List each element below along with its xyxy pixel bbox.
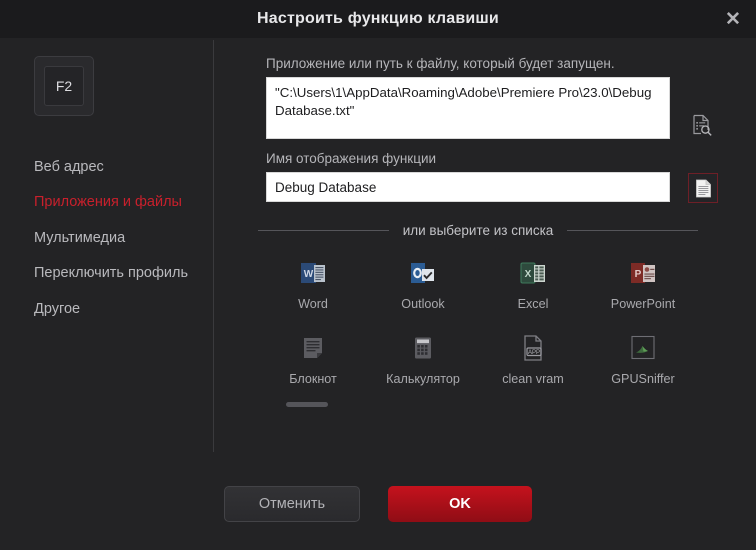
file-search-icon[interactable] xyxy=(688,111,716,139)
gpusniffer-icon xyxy=(626,331,660,365)
key-label: F2 xyxy=(55,78,73,94)
sidebar-nav: Веб адрес Приложения и файлы Мультимедиа… xyxy=(0,150,214,327)
display-name-input[interactable] xyxy=(266,172,670,202)
app-file-icon: APP xyxy=(516,331,550,365)
dialog-title: Настроить функцию клавиши xyxy=(257,10,499,27)
dialog-body: F2 Веб адрес Приложения и файлы Мультиме… xyxy=(0,38,756,474)
app-list: W Word Outlook X Excel P PowerPoint Блок… xyxy=(258,252,698,390)
calculator-icon xyxy=(406,331,440,365)
app-label: clean vram xyxy=(502,372,564,386)
sidebar: F2 Веб адрес Приложения и файлы Мультиме… xyxy=(0,38,214,474)
ok-button[interactable]: OK xyxy=(388,486,532,522)
path-field-row xyxy=(266,77,734,139)
key-preview: F2 xyxy=(34,56,94,116)
outlook-icon xyxy=(406,256,440,290)
app-item-powerpoint[interactable]: P PowerPoint xyxy=(588,252,698,315)
sidebar-item-web-address[interactable]: Веб адрес xyxy=(0,150,214,185)
path-input[interactable] xyxy=(266,77,670,139)
main-panel: Приложение или путь к файлу, который буд… xyxy=(214,38,756,474)
divider-right xyxy=(567,230,698,231)
dialog-footer: Отменить OK xyxy=(0,474,756,550)
scrollbar-thumb[interactable] xyxy=(286,402,328,407)
sidebar-item-switch-profile[interactable]: Переключить профиль xyxy=(0,256,214,291)
cancel-button[interactable]: Отменить xyxy=(224,486,360,522)
app-label: Excel xyxy=(517,297,549,311)
divider-left xyxy=(258,230,389,231)
app-label: Калькулятор xyxy=(386,372,460,386)
app-label: PowerPoint xyxy=(610,297,676,311)
app-label: Блокнот xyxy=(289,372,337,386)
svg-text:APP: APP xyxy=(528,350,540,356)
document-icon[interactable] xyxy=(688,173,718,203)
close-icon[interactable]: ✕ xyxy=(718,4,748,34)
configure-key-dialog: Настроить функцию клавиши ✕ F2 Веб адрес… xyxy=(0,0,756,550)
sidebar-item-apps-and-files[interactable]: Приложения и файлы xyxy=(0,185,214,220)
app-item-calculator[interactable]: Калькулятор xyxy=(368,327,478,390)
app-item-clean-vram[interactable]: APP clean vram xyxy=(478,327,588,390)
app-item-outlook[interactable]: Outlook xyxy=(368,252,478,315)
svg-text:P: P xyxy=(635,269,642,280)
sidebar-item-other[interactable]: Другое xyxy=(0,292,214,327)
name-field-label: Имя отображения функции xyxy=(266,151,437,166)
app-label: Outlook xyxy=(401,297,445,311)
app-item-word[interactable]: W Word xyxy=(258,252,368,315)
or-label: или выберите из списка xyxy=(402,223,554,238)
svg-text:X: X xyxy=(525,269,532,280)
app-label: GPUSniffer xyxy=(611,372,675,386)
excel-icon: X xyxy=(516,256,550,290)
app-item-gpusniffer[interactable]: GPUSniffer xyxy=(588,327,698,390)
or-separator: или выберите из списка xyxy=(258,223,698,238)
word-icon: W xyxy=(296,256,330,290)
notepad-icon xyxy=(296,331,330,365)
powerpoint-icon: P xyxy=(626,256,660,290)
app-item-notepad[interactable]: Блокнот xyxy=(258,327,368,390)
app-label: Word xyxy=(298,297,328,311)
app-list-scrollbar[interactable] xyxy=(258,402,698,407)
title-bar: Настроить функцию клавиши ✕ xyxy=(0,0,756,38)
svg-text:W: W xyxy=(304,269,314,280)
path-field-label: Приложение или путь к файлу, который буд… xyxy=(266,56,615,71)
app-item-excel[interactable]: X Excel xyxy=(478,252,588,315)
sidebar-item-multimedia[interactable]: Мультимедиа xyxy=(0,221,214,256)
name-field-row xyxy=(266,172,734,203)
